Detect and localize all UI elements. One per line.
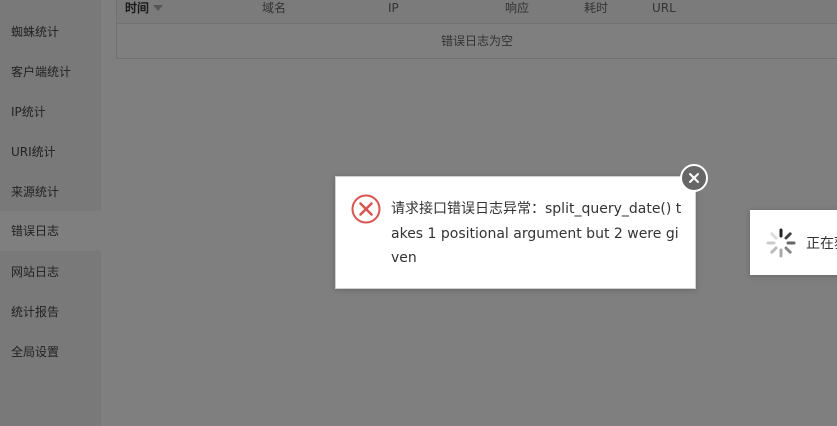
loading-indicator: 正在获取	[750, 210, 837, 275]
error-circle-x-icon	[351, 194, 381, 224]
error-toast: 请求接口错误日志异常：split_query_date() takes 1 po…	[335, 176, 696, 289]
error-message: 请求接口错误日志异常：split_query_date() takes 1 po…	[391, 201, 682, 266]
loading-text: 正在获取	[806, 236, 837, 252]
close-icon	[689, 173, 699, 183]
spinner-icon	[766, 228, 796, 258]
close-toast-button[interactable]	[680, 164, 708, 192]
